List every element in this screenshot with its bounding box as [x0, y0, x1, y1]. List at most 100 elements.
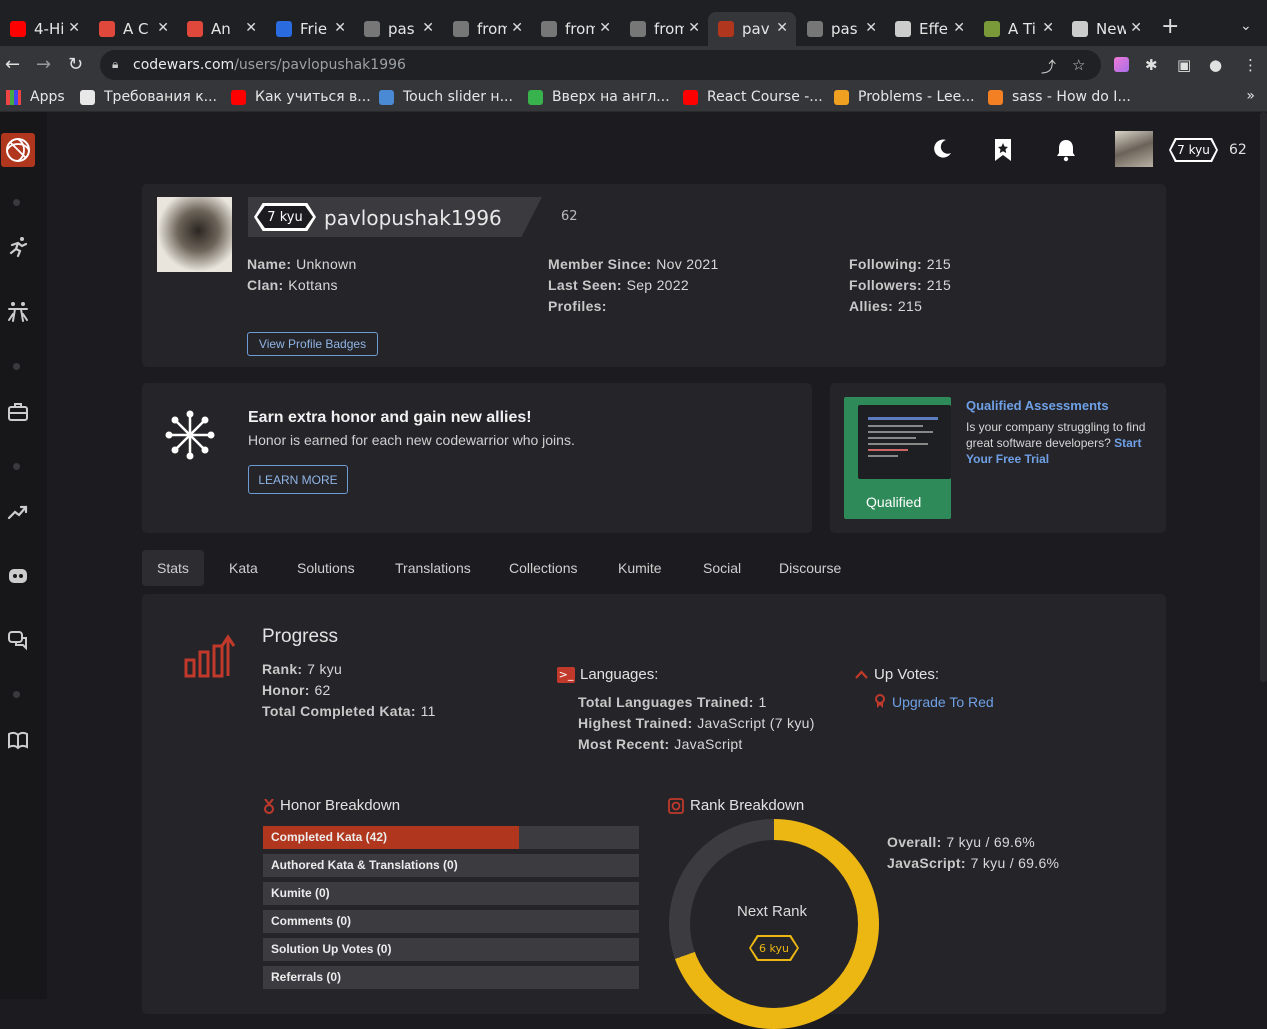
reload-icon[interactable]: ↻: [68, 54, 83, 75]
tab-close-icon[interactable]: ✕: [68, 20, 80, 36]
tab-kata[interactable]: Kata: [214, 550, 273, 586]
bookmark-item[interactable]: Требования к...: [80, 89, 217, 105]
tab-close-icon[interactable]: ✕: [865, 20, 877, 36]
tab-close-icon[interactable]: ✕: [599, 20, 611, 36]
training-icon[interactable]: [7, 236, 29, 258]
tab-close-icon[interactable]: ✕: [157, 20, 169, 36]
bookmark-item[interactable]: Problems - Lee...: [834, 89, 975, 105]
bookmark-item[interactable]: Вверх на англ...: [528, 89, 670, 105]
bookmark-item[interactable]: React Course -...: [683, 89, 823, 105]
donut-center: [690, 840, 858, 1008]
tab-search-icon[interactable]: ⌄: [1240, 18, 1252, 34]
qualified-ad-panel[interactable]: Qualified Qualified Assessments Is your …: [830, 383, 1166, 533]
tab-solutions[interactable]: Solutions: [282, 550, 370, 586]
learn-more-button[interactable]: LEARN MORE: [248, 465, 348, 494]
share-icon[interactable]: ⤴: [1041, 56, 1056, 77]
tab-close-icon[interactable]: ✕: [511, 20, 523, 36]
jobs-briefcase-icon[interactable]: [7, 401, 29, 423]
browser-menu-icon[interactable]: ⋮: [1243, 56, 1258, 74]
bookmark-item[interactable]: Touch slider н...: [379, 89, 513, 105]
back-icon[interactable]: ←: [5, 54, 20, 75]
tab-close-icon[interactable]: ✕: [334, 20, 346, 36]
extensions-puzzle-icon[interactable]: ✱: [1145, 56, 1158, 74]
member-since-field: Member Since: Nov 2021: [548, 256, 719, 272]
honor-breakdown-row: Referrals (0): [263, 966, 639, 989]
tab-close-icon[interactable]: ✕: [776, 20, 788, 36]
tab-favicon-icon: [984, 21, 1000, 37]
forward-icon[interactable]: →: [36, 54, 51, 75]
followers-field[interactable]: Followers: 215: [849, 277, 951, 294]
dark-mode-moon-icon[interactable]: [931, 138, 953, 166]
bookmark-item[interactable]: Apps: [6, 89, 65, 105]
tab-discourse[interactable]: Discourse: [764, 550, 856, 586]
bookmarks-more-icon[interactable]: »: [1246, 88, 1255, 104]
user-avatar[interactable]: [1115, 131, 1153, 167]
profile-icon[interactable]: ●: [1209, 56, 1222, 74]
url-text[interactable]: codewars.com/users/pavlopushak1996: [133, 57, 406, 73]
browser-tab[interactable]: Frie ✕: [266, 12, 354, 46]
tab-favicon-icon: [453, 21, 469, 37]
leaderboard-trend-icon[interactable]: [7, 501, 29, 523]
extension-icon[interactable]: [1114, 57, 1129, 72]
qualified-ad-title[interactable]: Qualified Assessments: [966, 398, 1109, 413]
browser-tab[interactable]: from ✕: [531, 12, 619, 46]
tab-close-icon[interactable]: ✕: [1130, 20, 1142, 36]
tab-collections[interactable]: Collections: [494, 550, 592, 586]
tab-title: pas: [388, 20, 415, 38]
tab-favicon-icon: [807, 21, 823, 37]
tab-translations[interactable]: Translations: [380, 550, 486, 586]
browser-tab[interactable]: 4-Hi ✕: [0, 12, 88, 46]
codewars-logo[interactable]: [1, 133, 35, 167]
bookmark-item[interactable]: Как учиться в...: [231, 89, 371, 105]
browser-tab[interactable]: A Ti ✕: [974, 12, 1062, 46]
browser-tab[interactable]: Effe ✕: [885, 12, 973, 46]
browser-tab-bar: 4-Hi ✕ A C ✕ An ✕ Frie ✕ pas ✕ from ✕ from ✕ from ✕ pav ✕…: [0, 0, 1267, 46]
page-scrollbar[interactable]: [1260, 112, 1267, 682]
docs-book-icon[interactable]: [7, 729, 29, 751]
tab-close-icon[interactable]: ✕: [688, 20, 700, 36]
view-profile-badges-button[interactable]: View Profile Badges: [247, 332, 378, 356]
tab-favicon-icon: [276, 21, 292, 37]
browser-tab[interactable]: from ✕: [443, 12, 531, 46]
honor-breakdown-row: Authored Kata & Translations (0): [263, 854, 639, 877]
upgrade-to-red-link[interactable]: Upgrade To Red: [892, 694, 994, 710]
browser-tab[interactable]: New ✕: [1062, 12, 1150, 46]
completed-kata-field: Total Completed Kata: 11: [262, 703, 436, 719]
notifications-bell-icon[interactable]: [1055, 138, 1077, 168]
tab-social[interactable]: Social: [688, 550, 756, 586]
practice-icon[interactable]: [7, 301, 29, 323]
bookmarks-bar: » Apps Требования к... Как учиться в... Tou…: [0, 84, 1267, 112]
new-tab-button[interactable]: +: [1161, 14, 1179, 39]
tab-stats[interactable]: Stats: [142, 550, 204, 586]
browser-tab[interactable]: pav ✕: [708, 12, 796, 46]
discussion-icon[interactable]: [7, 629, 29, 651]
bookmarks-icon[interactable]: [992, 138, 1014, 168]
allies-field[interactable]: Allies: 215: [849, 298, 922, 315]
browser-tab[interactable]: pas ✕: [354, 12, 442, 46]
browser-tab[interactable]: An ✕: [177, 12, 265, 46]
honor-breakdown-title: Honor Breakdown: [280, 797, 401, 814]
address-bar[interactable]: 🔒︎ codewars.com/users/pavlopushak1996 ⤴ …: [100, 50, 1101, 80]
rank-breakdown-title: Rank Breakdown: [690, 797, 805, 814]
browser-tab[interactable]: from ✕: [620, 12, 708, 46]
honor-breakdown-row: Solution Up Votes (0): [263, 938, 639, 961]
promo-text: Honor is earned for each new codewarrior…: [248, 432, 575, 448]
tab-close-icon[interactable]: ✕: [953, 20, 965, 36]
tab-kumite[interactable]: Kumite: [603, 550, 677, 586]
bookmark-favicon-icon: [231, 89, 246, 105]
browser-tab[interactable]: pas ✕: [797, 12, 885, 46]
bookmark-star-icon[interactable]: ☆: [1072, 56, 1085, 74]
qualified-ad-image[interactable]: Qualified: [844, 397, 951, 519]
tab-close-icon[interactable]: ✕: [245, 20, 257, 36]
bookmark-item[interactable]: sass - How do I...: [988, 89, 1131, 105]
discord-icon[interactable]: [7, 565, 29, 587]
overall-rank-field: Overall: 7 kyu / 69.6%: [887, 834, 1036, 850]
following-field[interactable]: Following: 215: [849, 256, 951, 273]
side-panel-icon[interactable]: ▣: [1177, 56, 1191, 74]
tab-title: Frie: [300, 20, 328, 38]
username: pavlopushak1996: [324, 206, 502, 230]
tab-close-icon[interactable]: ✕: [1042, 20, 1054, 36]
bookmark-favicon-icon: [6, 89, 21, 105]
browser-tab[interactable]: A C ✕: [89, 12, 177, 46]
tab-close-icon[interactable]: ✕: [422, 20, 434, 36]
